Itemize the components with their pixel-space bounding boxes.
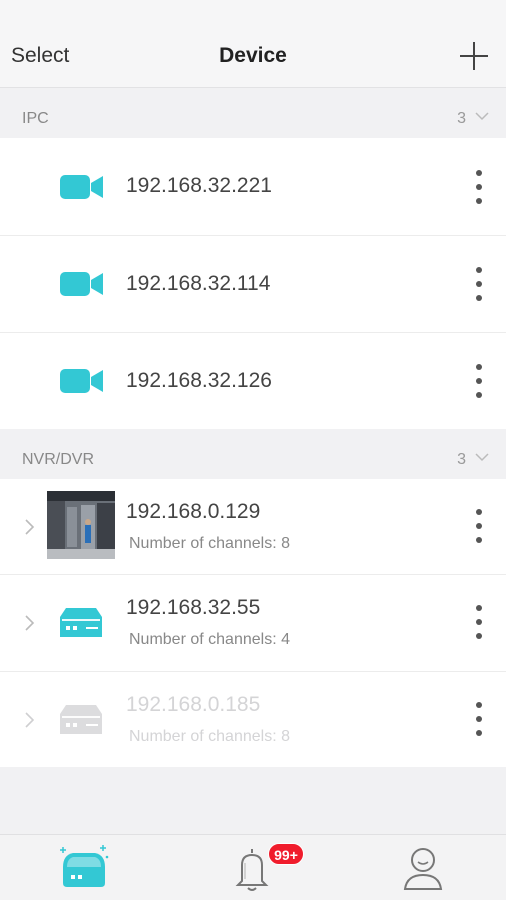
section-label: NVR/DVR <box>22 451 95 468</box>
device-row[interactable]: 192.168.32.221 <box>0 138 506 236</box>
notification-badge: 99+ <box>268 843 304 865</box>
device-ip: 192.168.32.126 <box>126 369 272 392</box>
section-header-ipc[interactable]: IPC 3 <box>0 88 506 138</box>
channel-count: Number of channels: 8 <box>129 535 290 552</box>
page-title: Device <box>219 44 287 67</box>
camera-thumbnail <box>47 491 115 559</box>
top-bar: Select Device <box>0 0 506 88</box>
device-ip: 192.168.32.221 <box>126 174 272 197</box>
chevron-down-icon <box>475 112 489 121</box>
channel-count: Number of channels: 8 <box>129 728 290 745</box>
more-options-icon[interactable] <box>474 170 484 204</box>
nvr-row[interactable]: 192.168.32.55 Number of channels: 4 <box>0 575 506 672</box>
camera-icon <box>60 369 103 393</box>
section-header-nvr-dvr[interactable]: NVR/DVR 3 <box>0 429 506 479</box>
section-count: 3 <box>457 110 466 127</box>
profile-icon[interactable] <box>398 843 448 893</box>
section-count: 3 <box>457 451 466 468</box>
more-options-icon[interactable] <box>474 702 484 736</box>
nvr-row[interactable]: 192.168.0.129 Number of channels: 8 <box>0 479 506 575</box>
nvr-row[interactable]: 192.168.0.185 Number of channels: 8 <box>0 672 506 767</box>
plus-icon[interactable] <box>460 42 488 70</box>
device-row[interactable]: 192.168.32.126 <box>0 333 506 429</box>
chevron-down-icon <box>475 453 489 462</box>
camera-icon <box>60 272 103 296</box>
camera-icon <box>60 175 103 199</box>
device-ip: 192.168.0.185 <box>126 693 261 716</box>
chevron-right-icon[interactable] <box>22 614 36 632</box>
device-ip: 192.168.32.55 <box>126 596 261 619</box>
device-ip: 192.168.0.129 <box>126 500 261 523</box>
nvr-icon <box>60 705 102 734</box>
channel-count: Number of channels: 4 <box>129 631 290 648</box>
device-ip: 192.168.32.114 <box>126 272 271 295</box>
section-label: IPC <box>22 110 49 127</box>
more-options-icon[interactable] <box>474 509 484 543</box>
more-options-icon[interactable] <box>474 605 484 639</box>
more-options-icon[interactable] <box>474 364 484 398</box>
more-options-icon[interactable] <box>474 267 484 301</box>
chevron-right-icon[interactable] <box>22 518 36 536</box>
nvr-icon <box>60 608 102 637</box>
device-tab-icon[interactable] <box>59 843 109 893</box>
tab-bar: 99+ <box>0 834 506 900</box>
device-row[interactable]: 192.168.32.114 <box>0 236 506 333</box>
chevron-right-icon[interactable] <box>22 711 36 729</box>
